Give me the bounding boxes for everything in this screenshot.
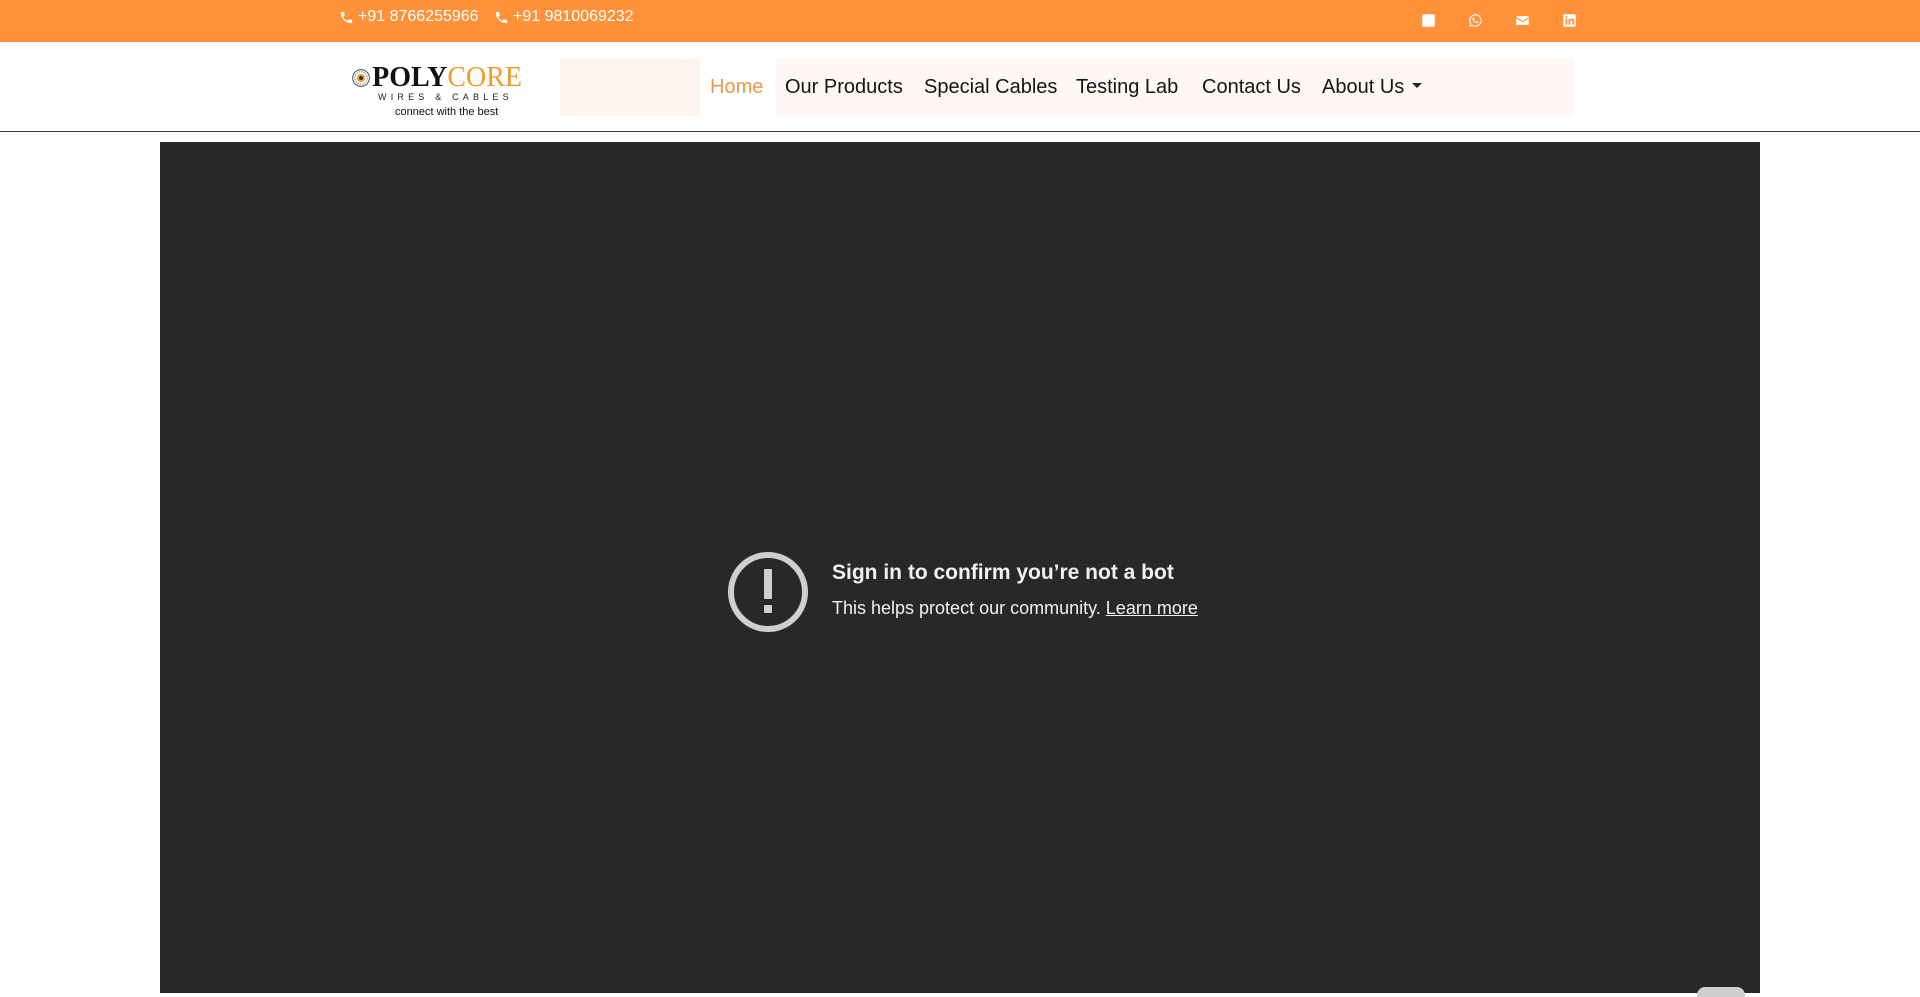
email-icon xyxy=(1515,15,1529,25)
phone-number-1: +91 8766255966 xyxy=(358,8,479,25)
phone-social-link[interactable] xyxy=(1419,11,1437,29)
phone-number-2: +91 9810069232 xyxy=(513,8,634,25)
phone-icon xyxy=(340,11,353,23)
alert-circle-icon xyxy=(728,552,808,632)
logo-brand-poly: POLY xyxy=(372,62,448,93)
phone-link-2[interactable]: +91 9810069232 xyxy=(494,7,634,27)
nav-item-contact-us[interactable]: Contact Us xyxy=(1202,74,1301,100)
video-corner-button[interactable] xyxy=(1697,987,1745,997)
linkedin-link[interactable] xyxy=(1560,11,1578,29)
bot-check-title: Sign in to confirm you’re not a bot xyxy=(832,561,1174,584)
whatsapp-link[interactable] xyxy=(1466,11,1484,29)
bot-check-message: This helps protect our community. Learn … xyxy=(832,598,1198,619)
linkedin-icon xyxy=(1562,13,1576,27)
nav-highlight-left xyxy=(560,58,700,116)
brand-logo[interactable]: POLY CORE WIRES & CABLES connect with the… xyxy=(352,62,522,120)
cable-core-icon xyxy=(352,69,370,87)
nav-item-about-us[interactable]: About Us xyxy=(1322,74,1423,100)
nav-item-about-us-label: About Us xyxy=(1322,76,1405,98)
nav-item-testing-lab[interactable]: Testing Lab xyxy=(1076,74,1178,100)
video-embed[interactable]: Sign in to confirm you’re not a bot This… xyxy=(160,142,1760,997)
top-bar: +91 8766255966 +91 9810069232 xyxy=(0,0,1920,42)
phone-square-icon xyxy=(1421,13,1435,27)
nav-item-special-cables[interactable]: Special Cables xyxy=(924,74,1057,100)
learn-more-link[interactable]: Learn more xyxy=(1106,598,1198,618)
logo-brand-core: CORE xyxy=(447,62,522,93)
logo-subtitle: WIRES & CABLES xyxy=(378,92,513,102)
email-link[interactable] xyxy=(1513,11,1531,29)
caret-down-icon xyxy=(1412,83,1423,89)
logo-tagline: connect with the best xyxy=(395,106,499,118)
nav-item-our-products[interactable]: Our Products xyxy=(785,74,903,100)
phone-link-1[interactable]: +91 8766255966 xyxy=(339,7,479,27)
phone-icon xyxy=(495,11,508,23)
whatsapp-icon xyxy=(1468,13,1482,27)
nav-item-home[interactable]: Home xyxy=(710,74,763,100)
bot-check-body: This helps protect our community. xyxy=(832,598,1101,618)
